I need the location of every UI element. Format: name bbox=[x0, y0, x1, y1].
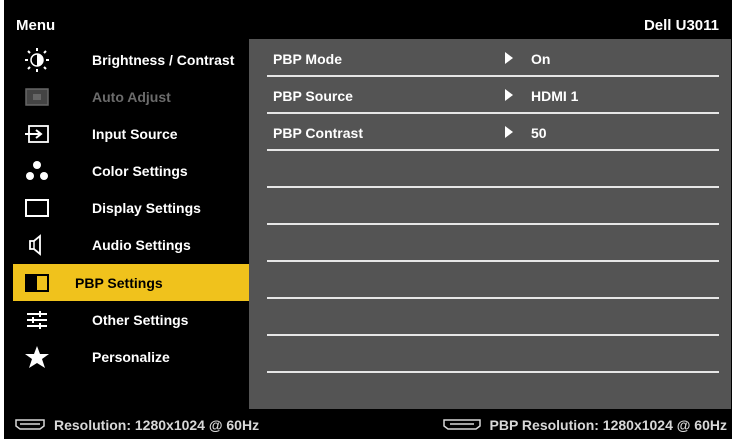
input-source-icon bbox=[24, 123, 50, 145]
sidebar-item-audio-settings[interactable]: Audio Settings bbox=[8, 226, 249, 263]
pbp-resolution-text: PBP Resolution: 1280x1024 @ 60Hz bbox=[489, 417, 728, 433]
star-icon bbox=[24, 346, 50, 368]
sidebar-item-label: Color Settings bbox=[92, 163, 188, 179]
setting-row-pbp-mode[interactable]: PBP Mode On bbox=[267, 41, 719, 77]
connector-icon bbox=[14, 417, 46, 433]
empty-row bbox=[267, 189, 719, 225]
setting-name: PBP Source bbox=[273, 88, 353, 104]
sidebar-item-color-settings[interactable]: Color Settings bbox=[8, 152, 249, 189]
menu-title: Menu bbox=[16, 17, 56, 34]
resolution-status: Resolution: 1280x1024 @ 60Hz bbox=[14, 417, 259, 433]
sidebar-item-personalize[interactable]: Personalize bbox=[8, 338, 249, 375]
sidebar-item-brightness-contrast[interactable]: Brightness / Contrast bbox=[8, 41, 249, 78]
pbp-settings-icon bbox=[24, 272, 50, 294]
sidebar-item-label: Audio Settings bbox=[92, 237, 191, 253]
status-bar: Resolution: 1280x1024 @ 60Hz PBP Resolut… bbox=[8, 409, 731, 439]
color-settings-icon bbox=[24, 160, 50, 182]
display-settings-icon bbox=[24, 197, 50, 219]
sidebar-item-label: Other Settings bbox=[92, 312, 189, 328]
setting-value: On bbox=[531, 51, 551, 67]
setting-value: 50 bbox=[531, 125, 547, 141]
sliders-icon bbox=[24, 309, 50, 331]
setting-name: PBP Contrast bbox=[273, 125, 363, 141]
empty-row bbox=[267, 263, 719, 299]
empty-row bbox=[267, 337, 719, 373]
setting-name: PBP Mode bbox=[273, 51, 342, 67]
sidebar-item-input-source[interactable]: Input Source bbox=[8, 115, 249, 152]
sidebar-item-label: Brightness / Contrast bbox=[92, 52, 235, 68]
resolution-text: Resolution: 1280x1024 @ 60Hz bbox=[54, 417, 260, 433]
osd-sidebar: Brightness / Contrast Auto Adjust Input bbox=[8, 39, 253, 409]
arrow-right-icon bbox=[505, 126, 513, 138]
sidebar-item-label: Display Settings bbox=[92, 200, 201, 216]
pbp-settings-panel: PBP Mode On PBP Source HDMI 1 PBP Contra… bbox=[249, 39, 731, 409]
sidebar-item-label: Personalize bbox=[92, 349, 170, 365]
pbp-resolution-status: PBP Resolution: 1280x1024 @ 60Hz bbox=[442, 417, 728, 433]
empty-row bbox=[267, 226, 719, 262]
speaker-icon bbox=[24, 234, 50, 256]
sidebar-item-auto-adjust[interactable]: Auto Adjust bbox=[8, 78, 249, 115]
arrow-right-icon bbox=[505, 52, 513, 64]
osd-header: Menu Dell U3011 bbox=[8, 12, 731, 39]
sidebar-item-label: Auto Adjust bbox=[92, 89, 171, 105]
osd-menu: Menu Dell U3011 Brightness / Contrast Au… bbox=[4, 0, 732, 439]
sidebar-item-label: Input Source bbox=[92, 126, 178, 142]
sidebar-item-display-settings[interactable]: Display Settings bbox=[8, 189, 249, 226]
setting-value: HDMI 1 bbox=[531, 88, 579, 104]
auto-adjust-icon bbox=[24, 86, 50, 108]
sidebar-item-other-settings[interactable]: Other Settings bbox=[8, 301, 249, 338]
sidebar-item-pbp-settings[interactable]: PBP Settings bbox=[13, 264, 253, 301]
arrow-right-icon bbox=[505, 89, 513, 101]
setting-row-pbp-contrast[interactable]: PBP Contrast 50 bbox=[267, 115, 719, 151]
sidebar-item-label: PBP Settings bbox=[75, 275, 163, 291]
monitor-model: Dell U3011 bbox=[643, 17, 719, 34]
empty-row bbox=[267, 300, 719, 336]
brightness-icon bbox=[24, 48, 50, 72]
empty-row bbox=[267, 152, 719, 188]
setting-row-pbp-source[interactable]: PBP Source HDMI 1 bbox=[267, 78, 719, 114]
connector-icon bbox=[442, 417, 482, 433]
